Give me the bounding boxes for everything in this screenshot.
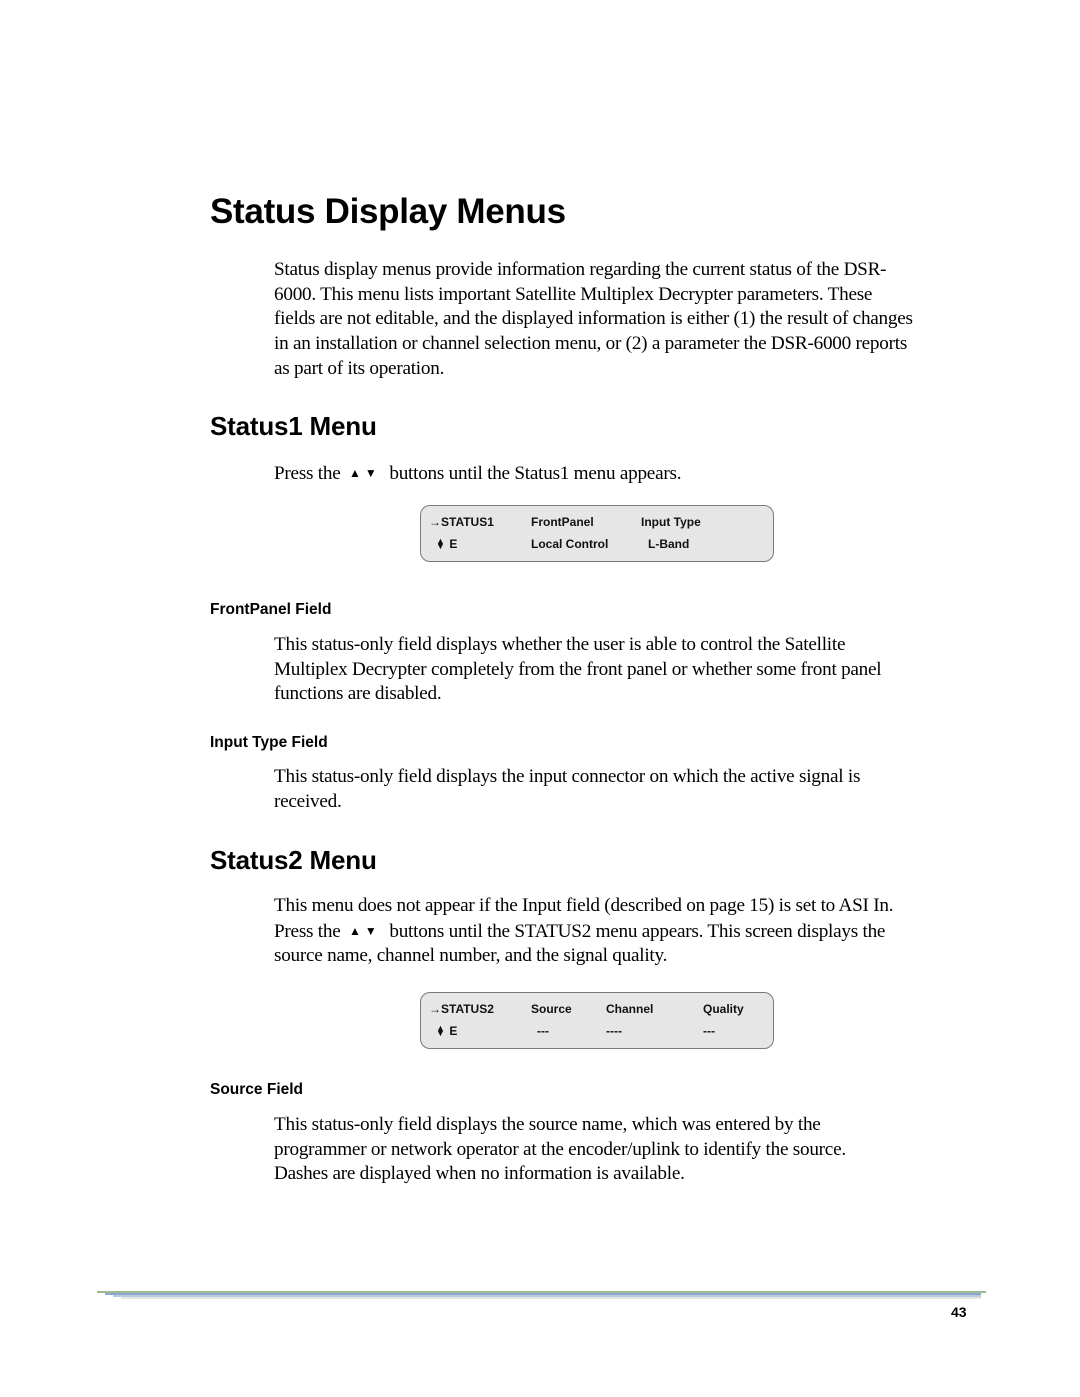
up-down-icon: ▲ ▼ — [436, 536, 445, 551]
lcd-row2-label: ▲ ▼ E — [436, 536, 458, 552]
lcd-quality-header: Quality — [703, 1002, 744, 1016]
section-heading-status2: Status2 Menu — [210, 845, 377, 875]
right-arrow-icon: → — [429, 515, 441, 529]
lcd-inputtype-header: Input Type — [641, 515, 701, 529]
field-heading-inputtype: Input Type Field — [210, 734, 328, 751]
right-arrow-icon: → — [429, 1002, 441, 1016]
text-line: in an installation or channel selection … — [274, 333, 908, 355]
lcd-inputtype-value: L-Band — [648, 537, 690, 551]
page-number: 43 — [951, 1304, 967, 1320]
text-line: This status-only field displays the inpu… — [274, 766, 861, 787]
up-down-arrow-buttons-icon: ▲▼ — [349, 466, 381, 480]
footer-divider — [97, 1291, 986, 1299]
source-description: This status-only field displays the sour… — [274, 1113, 979, 1187]
text-line: 6000. This menu lists important Satellit… — [274, 283, 873, 305]
lcd-channel-value: ---- — [606, 1024, 622, 1038]
text-line: as part of its operation. — [274, 357, 445, 379]
text-line: programmer or network operator at the en… — [274, 1138, 846, 1160]
lcd-menu-name: →STATUS2 — [429, 1002, 494, 1016]
lcd-menu-name: →STATUS1 — [429, 515, 494, 529]
text-line: source name, channel number, and the sig… — [274, 945, 668, 967]
text-line: fields are not editable, and the display… — [274, 308, 913, 330]
field-heading-frontpanel: FrontPanel Field — [210, 601, 332, 618]
instruction-text: Press the — [274, 463, 341, 484]
lcd-quality-value: --- — [703, 1024, 715, 1038]
text-line: Status display menus provide information… — [274, 259, 887, 280]
lcd-source-value: --- — [537, 1024, 549, 1038]
page-title: Status Display Menus — [210, 192, 566, 231]
text-line: Multiplex Decrypter completely from the … — [274, 658, 882, 680]
status2-lcd-display: →STATUS2 ▲ ▼ E Source --- Channel ---- Qu… — [420, 992, 774, 1049]
text-line: Dashes are displayed when no information… — [274, 1163, 685, 1185]
lcd-frontpanel-value: Local Control — [531, 537, 609, 551]
instruction-text: buttons until the Status1 menu appears. — [389, 463, 682, 484]
up-down-icon: ▲ ▼ — [436, 1023, 445, 1038]
status1-instruction: Press the ▲▼ buttons until the Status1 m… — [274, 461, 979, 487]
lcd-channel-header: Channel — [606, 1002, 654, 1016]
text-line: This status-only field displays whether … — [274, 634, 846, 655]
inputtype-description: This status-only field displays the inpu… — [274, 765, 979, 814]
frontpanel-description: This status-only field displays whether … — [274, 633, 979, 707]
instruction-text: buttons until the STATUS2 menu appears. … — [389, 920, 886, 942]
status2-description: This menu does not appear if the Input f… — [274, 894, 979, 969]
text-line: received. — [274, 790, 342, 812]
field-heading-source: Source Field — [210, 1081, 304, 1098]
intro-paragraph: Status display menus provide information… — [274, 258, 979, 382]
text-line: This status-only field displays the sour… — [274, 1114, 821, 1135]
status1-lcd-display: →STATUS1 ▲ ▼ E FrontPanel Local Control I… — [420, 505, 774, 562]
lcd-frontpanel-header: FrontPanel — [531, 515, 594, 529]
lcd-source-header: Source — [531, 1002, 572, 1016]
up-down-arrow-buttons-icon: ▲▼ — [349, 923, 381, 938]
text-line: This menu does not appear if the Input f… — [274, 895, 894, 916]
text-line: functions are disabled. — [274, 683, 442, 705]
section-heading-status1: Status1 Menu — [210, 411, 377, 441]
instruction-text: Press the — [274, 920, 341, 942]
lcd-row2-label: ▲ ▼ E — [436, 1023, 458, 1039]
